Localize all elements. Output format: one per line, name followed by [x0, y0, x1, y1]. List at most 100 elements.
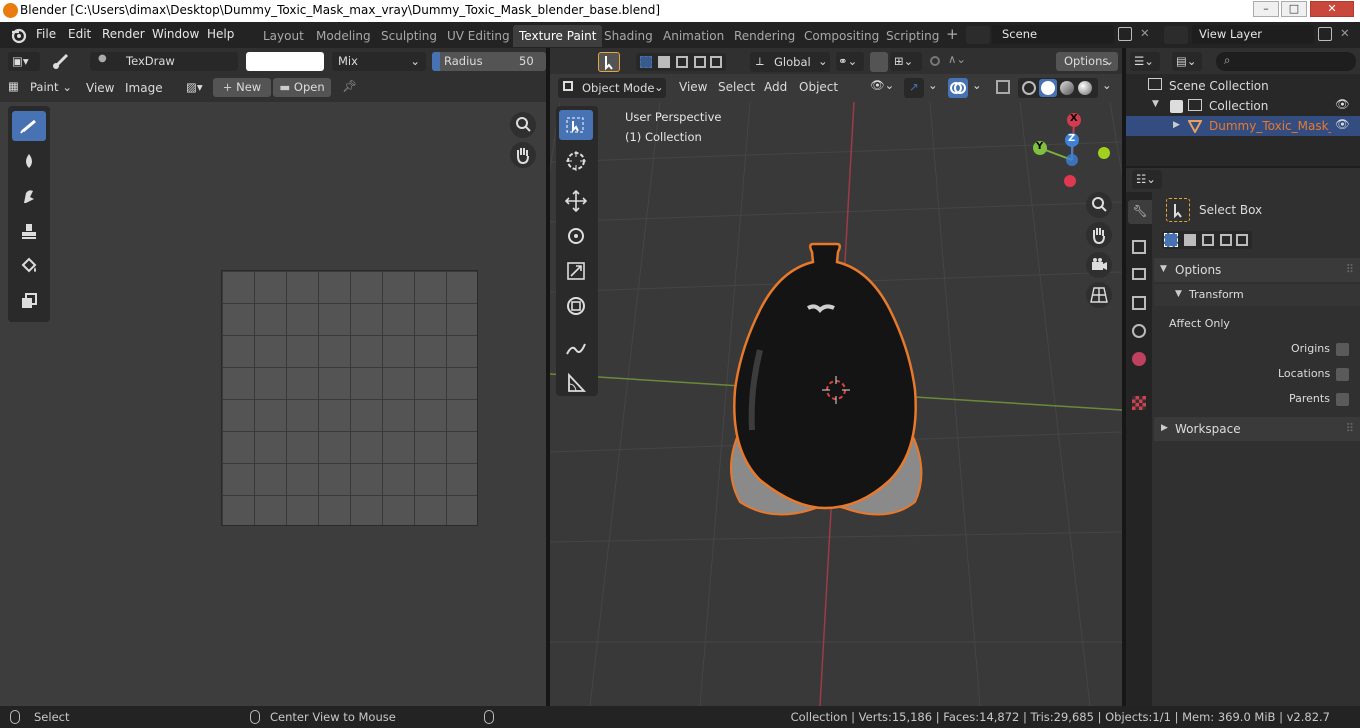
tab-rendering[interactable]: Rendering	[728, 25, 801, 47]
draw-tool-icon[interactable]	[12, 111, 46, 141]
shading-mode-buttons[interactable]	[1018, 78, 1098, 98]
tab-shading[interactable]: Shading	[598, 25, 659, 47]
tab-layout[interactable]: Layout	[257, 25, 310, 47]
menu-add[interactable]: Add	[764, 80, 787, 94]
snap-target-icon[interactable]: ⊞⌄	[890, 52, 922, 71]
workspace-panel-header[interactable]: ▶ Workspace ⠿	[1154, 417, 1360, 441]
pan-hand-icon[interactable]	[1086, 222, 1112, 248]
transform-subpanel-header[interactable]: ▼ Transform	[1154, 284, 1360, 306]
select-intersect-icon[interactable]	[1236, 234, 1248, 246]
maximize-button[interactable]: □	[1281, 1, 1307, 17]
fill-tool-icon[interactable]	[12, 251, 46, 281]
smear-tool-icon[interactable]	[12, 181, 46, 211]
radius-slider[interactable]: Radius 50 px	[432, 52, 546, 71]
view-layer-browse-icon[interactable]	[1164, 26, 1188, 44]
options-panel-header[interactable]: ▼ Options ⠿	[1154, 258, 1360, 282]
output-tab-icon[interactable]	[1132, 268, 1146, 280]
menu-file[interactable]: File	[36, 27, 56, 41]
add-workspace-button[interactable]: +	[946, 25, 959, 43]
perspective-toggle-icon[interactable]	[1086, 282, 1112, 308]
3d-viewport[interactable]: User Perspective (1) Collection X Z Y	[550, 102, 1122, 706]
collection-checkbox[interactable]	[1170, 100, 1183, 113]
render-tab-icon[interactable]	[1132, 240, 1146, 254]
remove-scene-icon[interactable]: ✕	[1140, 26, 1150, 40]
scene-collection-label[interactable]: Scene Collection	[1169, 79, 1269, 93]
menu-render[interactable]: Render	[102, 27, 145, 41]
scale-tool-icon[interactable]	[559, 256, 593, 286]
menu-help[interactable]: Help	[207, 27, 234, 41]
close-button[interactable]: ✕	[1310, 1, 1354, 17]
select-intersect-icon[interactable]	[710, 56, 722, 68]
chevron-down-icon[interactable]: ⌄	[972, 78, 982, 92]
drag-handle-icon[interactable]: ⠿	[1346, 262, 1354, 276]
tool-settings-tab-icon[interactable]: 🔧︎	[1128, 200, 1152, 224]
drag-handle-icon[interactable]: ⠿	[1346, 421, 1354, 435]
rendered-shading-icon[interactable]	[1078, 81, 1092, 95]
wireframe-shading-icon[interactable]	[1022, 81, 1036, 95]
select-box-tool-icon[interactable]	[559, 110, 593, 140]
transform-orientation-dropdown[interactable]: ⟂ Global ⌄	[750, 52, 830, 72]
rotate-tool-icon[interactable]	[559, 221, 593, 251]
soften-tool-icon[interactable]	[12, 146, 46, 176]
select-tool-icon[interactable]	[598, 52, 620, 72]
brush-color-swatch[interactable]	[246, 52, 324, 71]
proportional-edit-icon[interactable]	[930, 56, 940, 66]
chevron-down-icon[interactable]: ⌄	[1102, 78, 1112, 92]
xray-toggle-icon[interactable]	[996, 80, 1010, 94]
menu-edit[interactable]: Edit	[68, 27, 91, 41]
visibility-icon[interactable]: 👁︎⌄	[870, 78, 894, 92]
clone-tool-icon[interactable]	[12, 216, 46, 246]
cursor-tool-icon[interactable]	[559, 146, 593, 176]
select-invert-icon[interactable]	[1220, 234, 1232, 246]
pan-hand-icon[interactable]	[510, 142, 536, 168]
tab-sculpting[interactable]: Sculpting	[375, 25, 443, 47]
outliner-editor-type-icon[interactable]: ☰⌄	[1130, 52, 1160, 71]
select-subtract-icon[interactable]	[676, 56, 688, 68]
select-extend-icon[interactable]	[1184, 234, 1196, 246]
menu-object[interactable]: Object	[799, 80, 838, 94]
eye-icon[interactable]: 👁︎	[1335, 117, 1350, 131]
scene-field[interactable]: Scene	[992, 25, 1114, 44]
new-scene-icon[interactable]	[1118, 27, 1132, 41]
origins-checkbox[interactable]	[1336, 343, 1349, 356]
scene-browse-icon[interactable]	[966, 26, 990, 44]
menu-select[interactable]: Select	[718, 80, 755, 94]
expand-icon[interactable]: ▶	[1173, 120, 1180, 130]
world-tab-icon[interactable]	[1132, 352, 1146, 366]
snap-toggle-icon[interactable]	[870, 52, 888, 72]
expand-collapse-icon[interactable]: ▼	[1152, 99, 1159, 109]
uv-grid-canvas[interactable]	[221, 270, 478, 526]
transform-tool-icon[interactable]	[559, 291, 593, 321]
texture-tab-icon[interactable]	[1132, 396, 1146, 410]
outliner-search-input[interactable]: ⌕	[1216, 52, 1356, 71]
chevron-down-icon[interactable]: ⌄	[928, 78, 938, 92]
menu-view[interactable]: View	[679, 80, 707, 94]
select-mode-buttons[interactable]	[636, 53, 726, 71]
solid-shading-button[interactable]	[1039, 79, 1057, 97]
remove-view-layer-icon[interactable]: ✕	[1340, 26, 1350, 40]
view-layer-tab-icon[interactable]	[1132, 296, 1146, 310]
pin-icon[interactable]: 📌︎	[342, 79, 357, 93]
locations-checkbox[interactable]	[1336, 368, 1349, 381]
parents-checkbox[interactable]	[1336, 393, 1349, 406]
tab-compositing[interactable]: Compositing	[798, 25, 885, 47]
tab-uv-editing[interactable]: UV Editing	[441, 25, 516, 47]
blend-mode-dropdown[interactable]: Mix ⌄	[332, 52, 426, 71]
view-layer-field[interactable]: View Layer	[1192, 25, 1314, 44]
minimize-button[interactable]: –	[1253, 1, 1279, 17]
falloff-icon[interactable]: ∧⌄	[948, 52, 966, 66]
eye-icon[interactable]: 👁︎	[1335, 97, 1350, 111]
object-label[interactable]: Dummy_Toxic_Mask_obj	[1209, 119, 1331, 133]
new-image-button[interactable]: + New	[213, 78, 271, 97]
move-tool-icon[interactable]	[559, 186, 593, 216]
brush-selector[interactable]: ● TexDraw	[90, 52, 238, 71]
select-extend-icon[interactable]	[658, 56, 670, 68]
tab-animation[interactable]: Animation	[657, 25, 730, 47]
collection-label[interactable]: Collection	[1209, 99, 1268, 113]
display-mode-icon[interactable]: ▤⌄	[1172, 52, 1202, 71]
zoom-icon[interactable]	[1086, 192, 1112, 218]
paint-mode-dropdown[interactable]: Paint ⌄	[24, 78, 74, 97]
gizmo-toggle-icon[interactable]: ↗	[904, 78, 924, 98]
options-dropdown[interactable]: Options ⌄	[1056, 52, 1118, 71]
measure-tool-icon[interactable]	[559, 368, 593, 398]
